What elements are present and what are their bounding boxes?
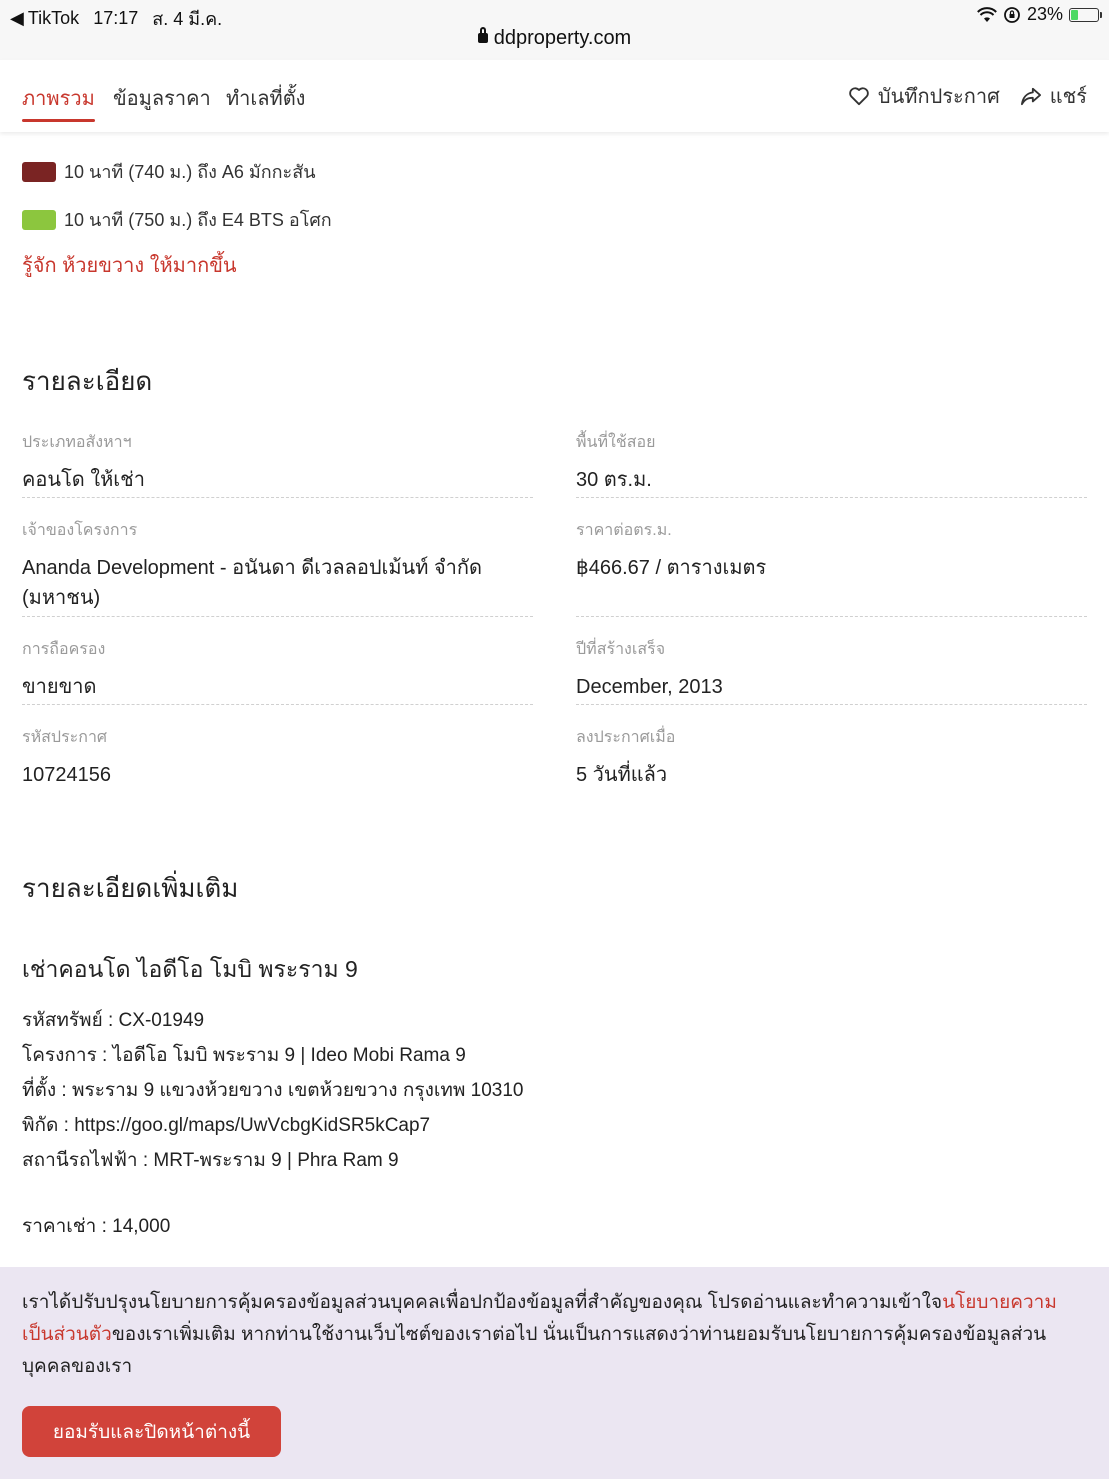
detail-label: ลงประกาศเมื่อ (576, 729, 676, 746)
description-line: พิกัด : https://goo.gl/maps/UwVcbgKidSR5… (22, 1115, 431, 1136)
listing-title: เช่าคอนโด ไอดีโอ โมบิ พระราม 9 (22, 956, 358, 982)
details-heading: รายละเอียด (22, 366, 153, 396)
detail-posted: ลงประกาศเมื่อ 5 วันที่แล้ว (576, 725, 1087, 790)
rotation-lock-icon (1004, 6, 1020, 23)
transit-text: 10 นาที (740 ม.) ถึง A6 มักกะสัน (64, 162, 316, 182)
detail-label: ปีที่สร้างเสร็จ (576, 641, 666, 658)
detail-usable-area: พื้นที่ใช้สอย 30 ตร.ม. (576, 430, 1087, 495)
detail-value: 10724156 (22, 764, 111, 786)
detail-developer: เจ้าของโครงการ Ananda Development - อนัน… (22, 518, 492, 613)
description-line: ที่ตั้ง : พระราม 9 แขวงห้วยขวาง เขตห้วยข… (22, 1080, 524, 1101)
detail-label: การถือครอง (22, 641, 106, 658)
detail-value: คอนโด ให้เช่า (22, 469, 145, 491)
tab-overview[interactable]: ภาพรวม (22, 82, 95, 122)
listing-description: รหัสทรัพย์ : CX-01949 โครงการ : ไอดีโอ โ… (22, 1003, 524, 1178)
address-bar[interactable]: ddproperty.com (0, 27, 1109, 50)
detail-value: 5 วันที่แล้ว (576, 764, 668, 786)
airport-link-color-swatch (22, 161, 56, 182)
divider (22, 497, 533, 498)
divider (576, 616, 1087, 617)
privacy-consent-banner: เราได้ปรับปรุงนโยบายการคุ้มครองข้อมูลส่ว… (0, 1267, 1109, 1479)
detail-listing-id: รหัสประกาศ 10724156 (22, 725, 533, 790)
divider (22, 704, 533, 705)
detail-value: ขายขาด (22, 676, 97, 698)
tab-price-info[interactable]: ข้อมูลราคา (113, 82, 211, 114)
back-app-label: TikTok (27, 8, 80, 28)
detail-label: ประเภทอสังหาฯ (22, 434, 132, 451)
description-line: รหัสทรัพย์ : CX-01949 (22, 1010, 205, 1031)
wifi-icon (977, 6, 997, 22)
consent-text: เราได้ปรับปรุงนโยบายการคุ้มครองข้อมูลส่ว… (22, 1287, 1082, 1383)
accept-close-button[interactable]: ยอมรับและปิดหน้าต่างนี้ (22, 1406, 281, 1457)
description-line: สถานีรถไฟฟ้า : MRT-พระราม 9 | Phra Ram 9 (22, 1150, 399, 1171)
transit-text: 10 นาที (750 ม.) ถึง E4 BTS อโศก (64, 210, 332, 230)
status-right: 23% (977, 4, 1102, 25)
detail-ownership: การถือครอง ขายขาด (22, 637, 533, 702)
section-nav-bar: ภาพรวม ข้อมูลราคา ทำเลที่ตั้ง บันทึกประก… (0, 60, 1109, 132)
consent-text-after: ของเราเพิ่มเติม หากท่านใช้งานเว็บไซต์ของ… (22, 1324, 1047, 1377)
detail-label: รหัสประกาศ (22, 729, 108, 746)
save-listing-label: บันทึกประกาศ (877, 86, 1000, 108)
share-label: แชร์ (1049, 86, 1087, 108)
back-triangle-icon: ◀ (10, 8, 24, 28)
battery-icon (1069, 7, 1102, 22)
back-to-app[interactable]: ◀ TikTok (10, 8, 79, 29)
browser-status-bar: ◀ TikTok 17:17 ส. 4 มี.ค. 23% ddproperty… (0, 0, 1109, 61)
save-listing-button[interactable]: บันทึกประกาศ (848, 80, 1000, 112)
transit-item: 10 นาที (750 ม.) ถึง E4 BTS อโศก (22, 205, 332, 234)
divider (22, 616, 533, 617)
more-details-heading: รายละเอียดเพิ่มเติม (22, 873, 239, 903)
share-icon (1020, 87, 1041, 106)
know-more-link[interactable]: รู้จัก ห้วยขวาง ให้มากขึ้น (22, 249, 237, 281)
detail-value: ฿466.67 / ตารางเมตร (576, 557, 767, 579)
tab-location[interactable]: ทำเลที่ตั้ง (226, 82, 305, 114)
transit-item: 10 นาที (740 ม.) ถึง A6 มักกะสัน (22, 157, 316, 186)
detail-property-type: ประเภทอสังหาฯ คอนโด ให้เช่า (22, 430, 533, 495)
battery-percent: 23% (1026, 4, 1063, 24)
nav-actions: บันทึกประกาศ แชร์ (848, 80, 1087, 112)
rent-price-line: ราคาเช่า : 14,000 (22, 1216, 171, 1237)
detail-label: พื้นที่ใช้สอย (576, 434, 656, 451)
detail-value: December, 2013 (576, 676, 723, 698)
divider (576, 704, 1087, 705)
detail-label: เจ้าของโครงการ (22, 522, 138, 539)
share-button[interactable]: แชร์ (1020, 80, 1087, 112)
description-line: โครงการ : ไอดีโอ โมบิ พระราม 9 | Ideo Mo… (22, 1045, 466, 1066)
detail-value: 30 ตร.ม. (576, 469, 652, 491)
detail-completion-year: ปีที่สร้างเสร็จ December, 2013 (576, 637, 1087, 702)
divider (576, 497, 1087, 498)
bts-color-swatch (22, 209, 56, 230)
consent-text-before: เราได้ปรับปรุงนโยบายการคุ้มครองข้อมูลส่ว… (22, 1292, 943, 1313)
url-text: ddproperty.com (493, 27, 632, 49)
status-time: 17:17 (93, 8, 139, 28)
detail-label: ราคาต่อตร.ม. (576, 522, 672, 539)
detail-price-per-sqm: ราคาต่อตร.ม. ฿466.67 / ตารางเมตร (576, 518, 1087, 583)
lock-icon (477, 27, 488, 43)
detail-value: Ananda Development - อนันดา ดีเวลลอปเม้น… (22, 557, 483, 609)
heart-icon (849, 87, 869, 106)
